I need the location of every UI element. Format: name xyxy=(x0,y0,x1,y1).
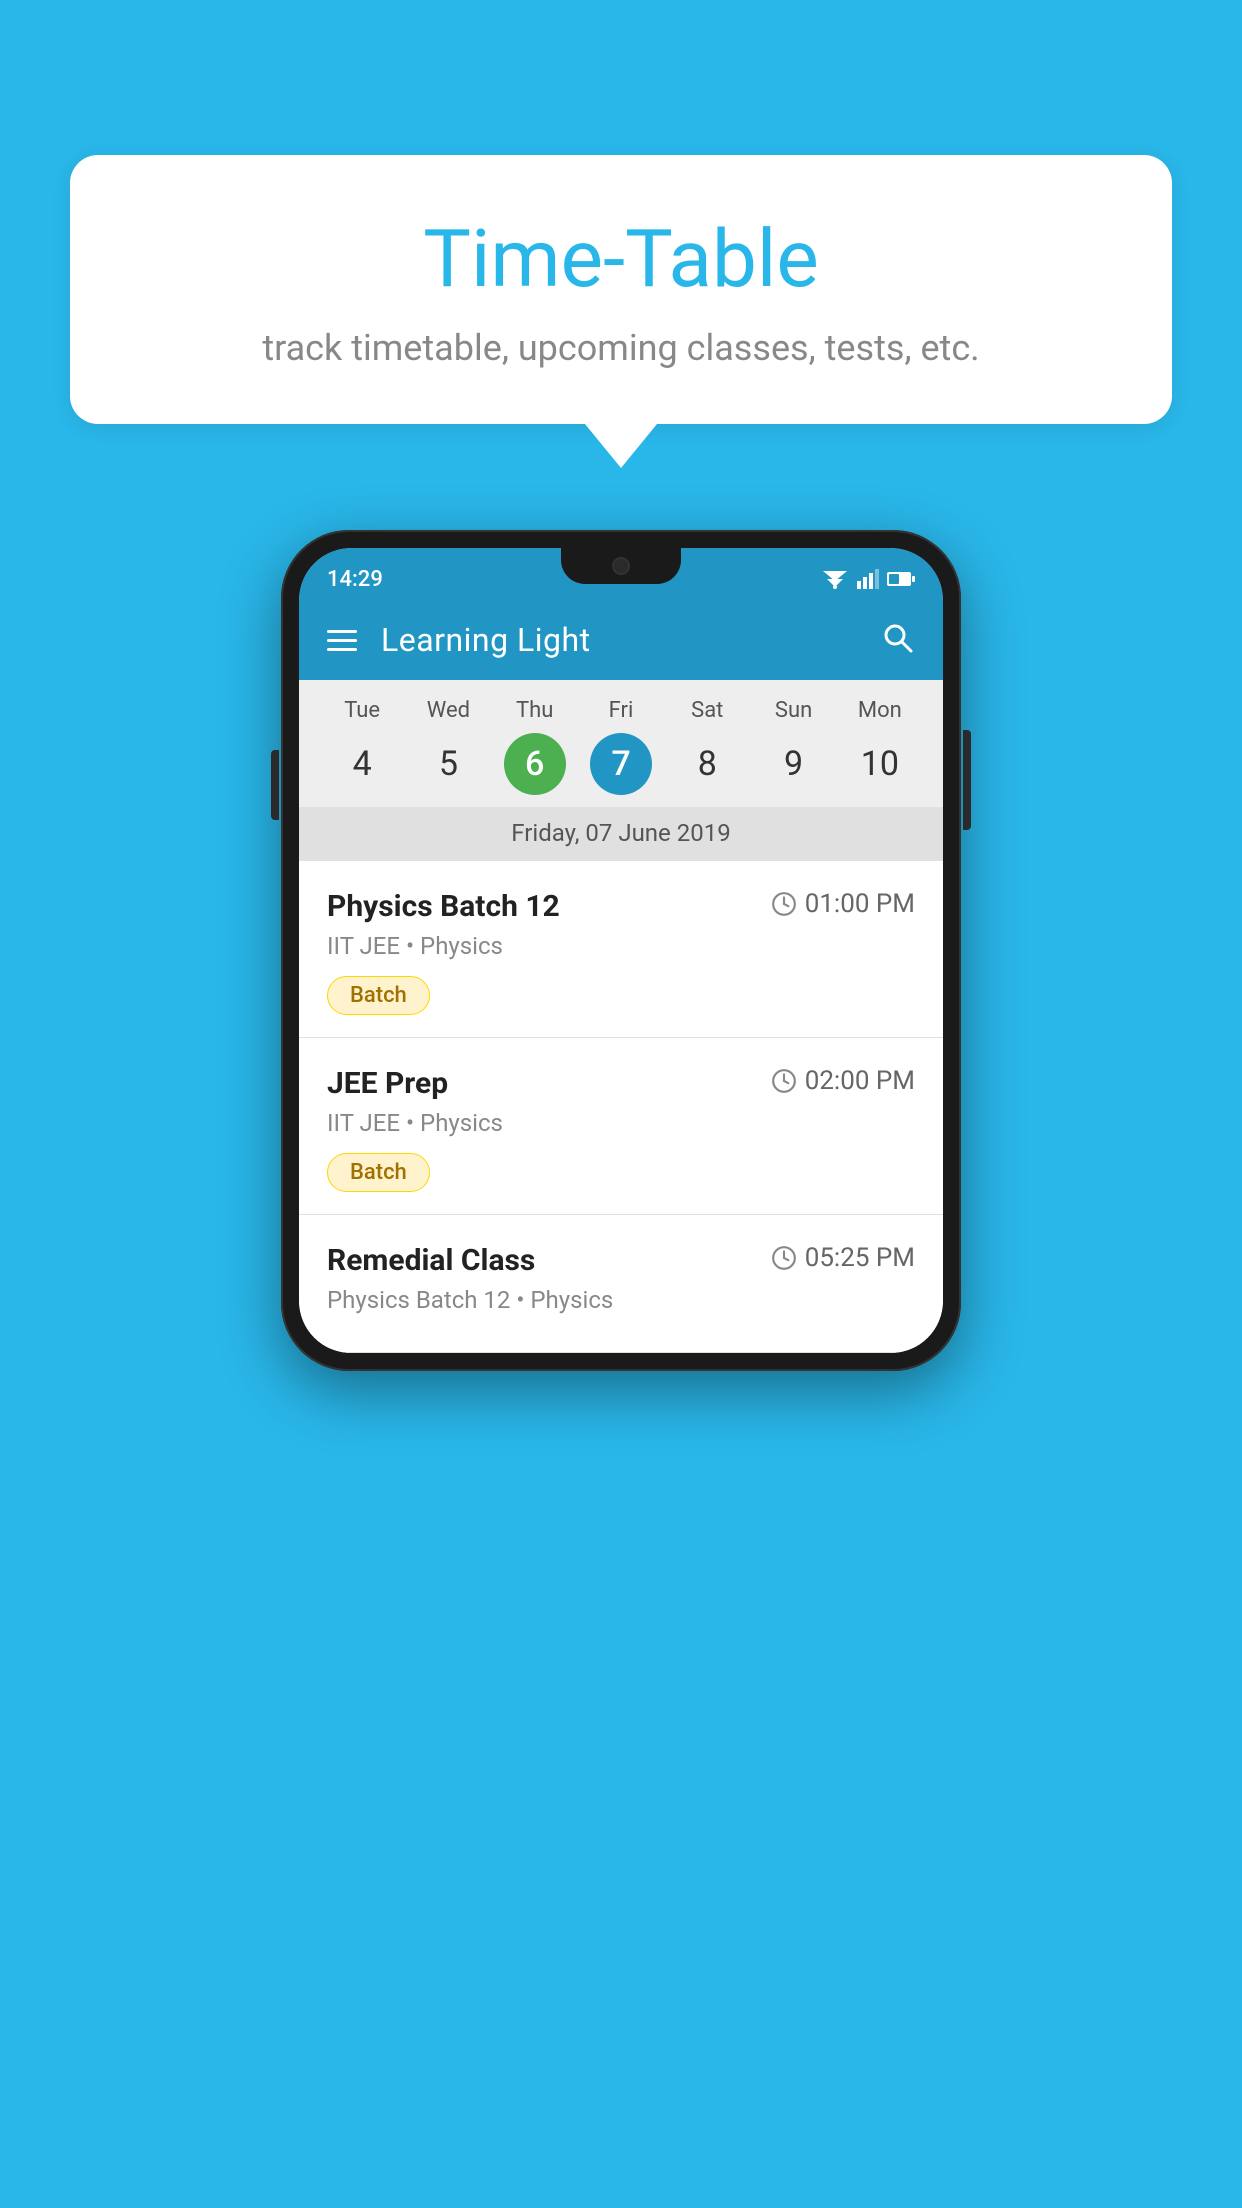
status-icons xyxy=(821,569,915,589)
wifi-icon xyxy=(821,569,849,589)
clock-icon xyxy=(771,1245,797,1271)
time-text: 05:25 PM xyxy=(805,1243,915,1273)
day-number[interactable]: 8 xyxy=(676,733,738,795)
phone-outer: 14:29 xyxy=(281,530,961,1371)
day-name: Sat xyxy=(691,698,723,723)
phone-notch xyxy=(561,548,681,584)
speech-bubble-title: Time-Table xyxy=(130,215,1112,303)
schedule-item-header: Physics Batch 12 01:00 PM xyxy=(327,889,915,924)
schedule-item-header: Remedial Class 05:25 PM xyxy=(327,1243,915,1278)
calendar-day[interactable]: Tue 4 xyxy=(319,698,405,795)
selected-date-label: Friday, 07 June 2019 xyxy=(299,807,943,861)
day-name: Fri xyxy=(609,698,634,723)
days-row: Tue 4 Wed 5 Thu 6 Fri 7 Sat 8 Sun 9 Mon 10 xyxy=(299,698,943,795)
calendar-day[interactable]: Sun 9 xyxy=(750,698,836,795)
app-title: Learning Light xyxy=(381,621,857,659)
hamburger-menu-icon[interactable] xyxy=(327,630,357,651)
schedule-item[interactable]: Remedial Class 05:25 PM Physics Batch 12… xyxy=(299,1215,943,1353)
calendar-day[interactable]: Mon 10 xyxy=(837,698,923,795)
day-name: Sun xyxy=(775,698,812,723)
day-number[interactable]: 6 xyxy=(504,733,566,795)
clock-icon xyxy=(771,1068,797,1094)
schedule-time: 02:00 PM xyxy=(771,1066,915,1096)
schedule-title: Physics Batch 12 xyxy=(327,889,560,924)
batch-tag: Batch xyxy=(327,1153,430,1192)
speech-bubble-arrow xyxy=(585,424,657,468)
calendar-section: Tue 4 Wed 5 Thu 6 Fri 7 Sat 8 Sun 9 Mon 10 Friday, 07… xyxy=(299,680,943,861)
speech-bubble-section: Time-Table track timetable, upcoming cla… xyxy=(70,155,1172,468)
battery-icon xyxy=(887,571,915,587)
schedule-title: JEE Prep xyxy=(327,1066,448,1101)
schedule-item[interactable]: Physics Batch 12 01:00 PM IIT JEE • Phys… xyxy=(299,861,943,1038)
status-time: 14:29 xyxy=(327,567,383,592)
schedule-list: Physics Batch 12 01:00 PM IIT JEE • Phys… xyxy=(299,861,943,1353)
day-number[interactable]: 9 xyxy=(763,733,825,795)
search-icon[interactable] xyxy=(881,621,915,659)
phone-screen-wrapper: 14:29 xyxy=(299,548,943,1353)
batch-tag: Batch xyxy=(327,976,430,1015)
speech-bubble: Time-Table track timetable, upcoming cla… xyxy=(70,155,1172,424)
schedule-subtitle: Physics Batch 12 • Physics xyxy=(327,1286,915,1314)
day-name: Tue xyxy=(344,698,380,723)
calendar-day[interactable]: Fri 7 xyxy=(578,698,664,795)
calendar-day[interactable]: Sat 8 xyxy=(664,698,750,795)
clock-icon xyxy=(771,891,797,917)
day-number[interactable]: 4 xyxy=(331,733,393,795)
calendar-day[interactable]: Wed 5 xyxy=(405,698,491,795)
phone-screen: 14:29 xyxy=(299,548,943,1353)
day-number[interactable]: 7 xyxy=(590,733,652,795)
speech-bubble-subtitle: track timetable, upcoming classes, tests… xyxy=(130,327,1112,369)
schedule-time: 01:00 PM xyxy=(771,889,915,919)
schedule-title: Remedial Class xyxy=(327,1243,535,1278)
time-text: 02:00 PM xyxy=(805,1066,915,1096)
phone-device: 14:29 xyxy=(281,530,961,1371)
schedule-time: 05:25 PM xyxy=(771,1243,915,1273)
calendar-day[interactable]: Thu 6 xyxy=(492,698,578,795)
day-number[interactable]: 10 xyxy=(849,733,911,795)
schedule-item[interactable]: JEE Prep 02:00 PM IIT JEE • Physics Batch xyxy=(299,1038,943,1215)
day-number[interactable]: 5 xyxy=(417,733,479,795)
schedule-subtitle: IIT JEE • Physics xyxy=(327,932,915,960)
phone-camera xyxy=(612,557,630,575)
time-text: 01:00 PM xyxy=(805,889,915,919)
schedule-subtitle: IIT JEE • Physics xyxy=(327,1109,915,1137)
day-name: Wed xyxy=(427,698,470,723)
signal-icon xyxy=(857,569,879,589)
day-name: Mon xyxy=(858,698,902,723)
schedule-item-header: JEE Prep 02:00 PM xyxy=(327,1066,915,1101)
app-bar: Learning Light xyxy=(299,600,943,680)
day-name: Thu xyxy=(516,698,553,723)
